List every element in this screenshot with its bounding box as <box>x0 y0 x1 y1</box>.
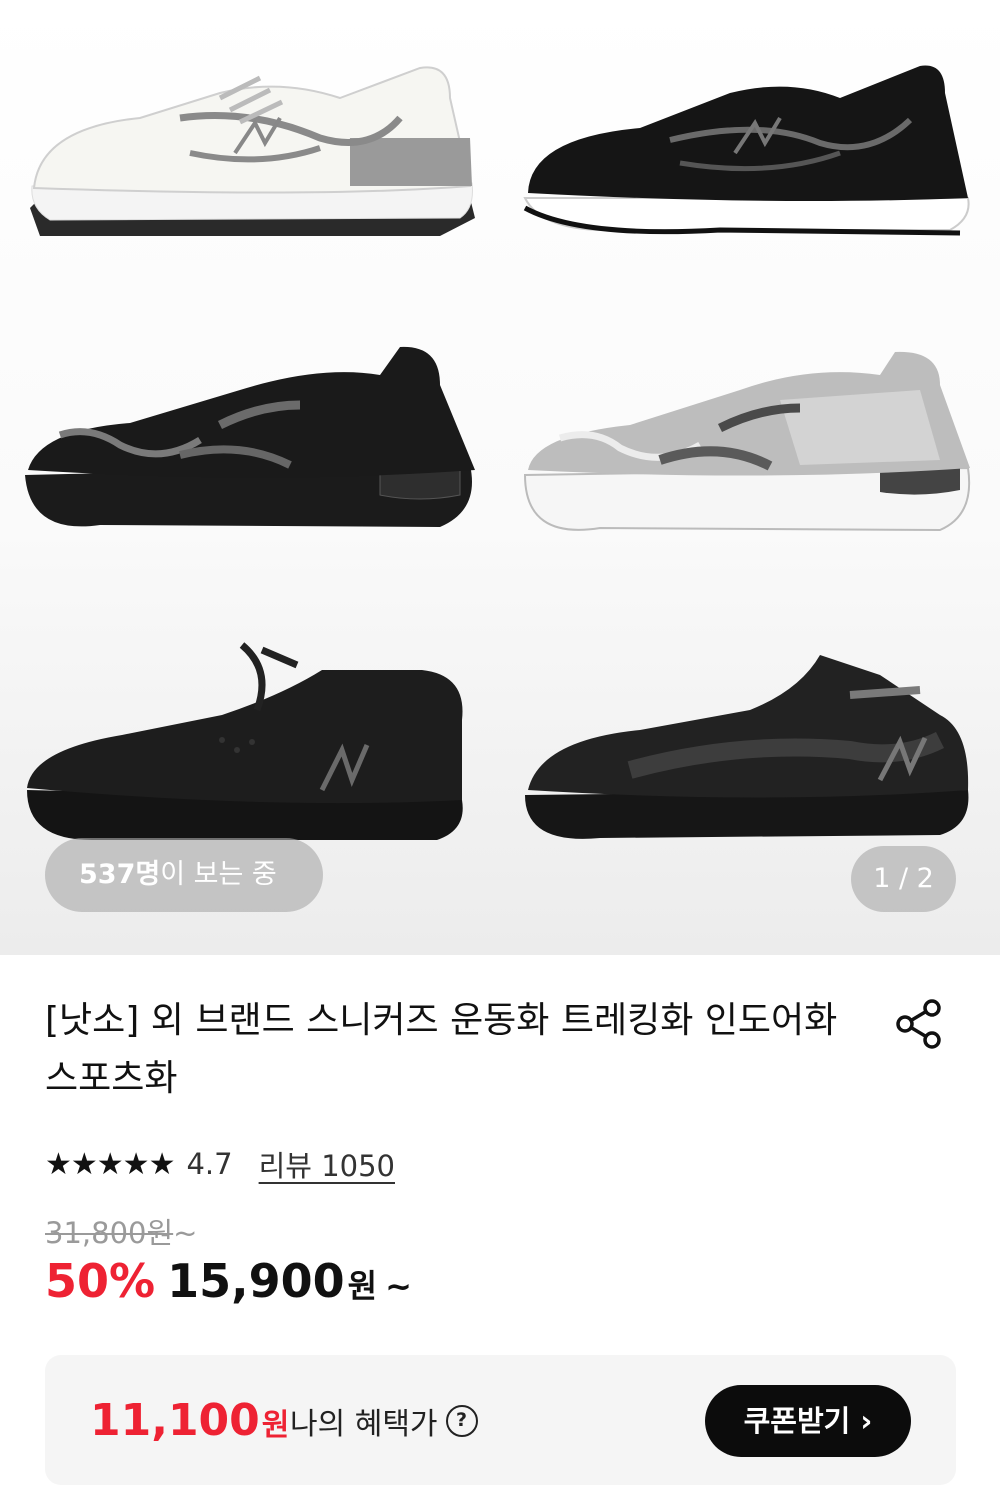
benefit-label-row: 나의 혜택가 ? <box>290 1399 478 1443</box>
sale-price: 15,900 <box>167 1254 345 1308</box>
question-icon[interactable]: ? <box>445 1405 478 1437</box>
rating-row: ★★★★★ 4.7 리뷰 1050 <box>45 1142 395 1186</box>
original-price-suffix: ~ <box>173 1216 198 1250</box>
viewers-count-badge: 537명이 보는 중 <box>45 838 323 912</box>
discount-rate: 50% <box>45 1254 156 1308</box>
viewers-suffix: 이 보는 중 <box>160 859 277 890</box>
get-coupon-button[interactable]: 쿠폰받기 › <box>705 1385 911 1457</box>
original-price-value: 31,800원 <box>45 1216 174 1250</box>
benefit-price: 11,100 원 <box>90 1395 289 1446</box>
review-link[interactable]: 리뷰 1050 <box>259 1143 395 1185</box>
grey-chunky-sneaker-image <box>523 351 971 532</box>
black-leather-sneaker-image <box>27 642 463 840</box>
product-image-gallery[interactable]: 537명이 보는 중 1 / 2 <box>0 0 1000 955</box>
benefit-label: 나의 혜택가 <box>290 1407 438 1442</box>
white-sneaker-image <box>30 66 475 236</box>
star-icon: ★★★★★ <box>45 1146 175 1182</box>
rating-score: 4.7 <box>186 1147 233 1181</box>
image-pager: 1 / 2 <box>851 846 956 912</box>
viewers-count: 537명 <box>79 859 161 890</box>
share-icon[interactable] <box>892 996 948 1052</box>
benefit-currency: 원 <box>261 1408 290 1443</box>
black-chunky-sneaker-image <box>25 346 475 527</box>
black-sneaker-image <box>523 65 970 236</box>
sale-currency: 원 <box>347 1267 378 1305</box>
my-benefit-box: 11,100 원 나의 혜택가 ? 쿠폰받기 › <box>45 1355 956 1485</box>
sale-price-row: 50% 15,900 원 ~ <box>45 1254 412 1320</box>
black-knit-sneaker-image <box>525 655 969 839</box>
product-title: [낫소] 외 브랜드 스니커즈 운동화 트레킹화 인도어화 스포츠화 <box>45 1000 838 1099</box>
benefit-price-value: 11,100 <box>90 1395 260 1446</box>
original-price: 31,800원~ <box>45 1210 197 1252</box>
sale-price-suffix: ~ <box>385 1267 412 1305</box>
